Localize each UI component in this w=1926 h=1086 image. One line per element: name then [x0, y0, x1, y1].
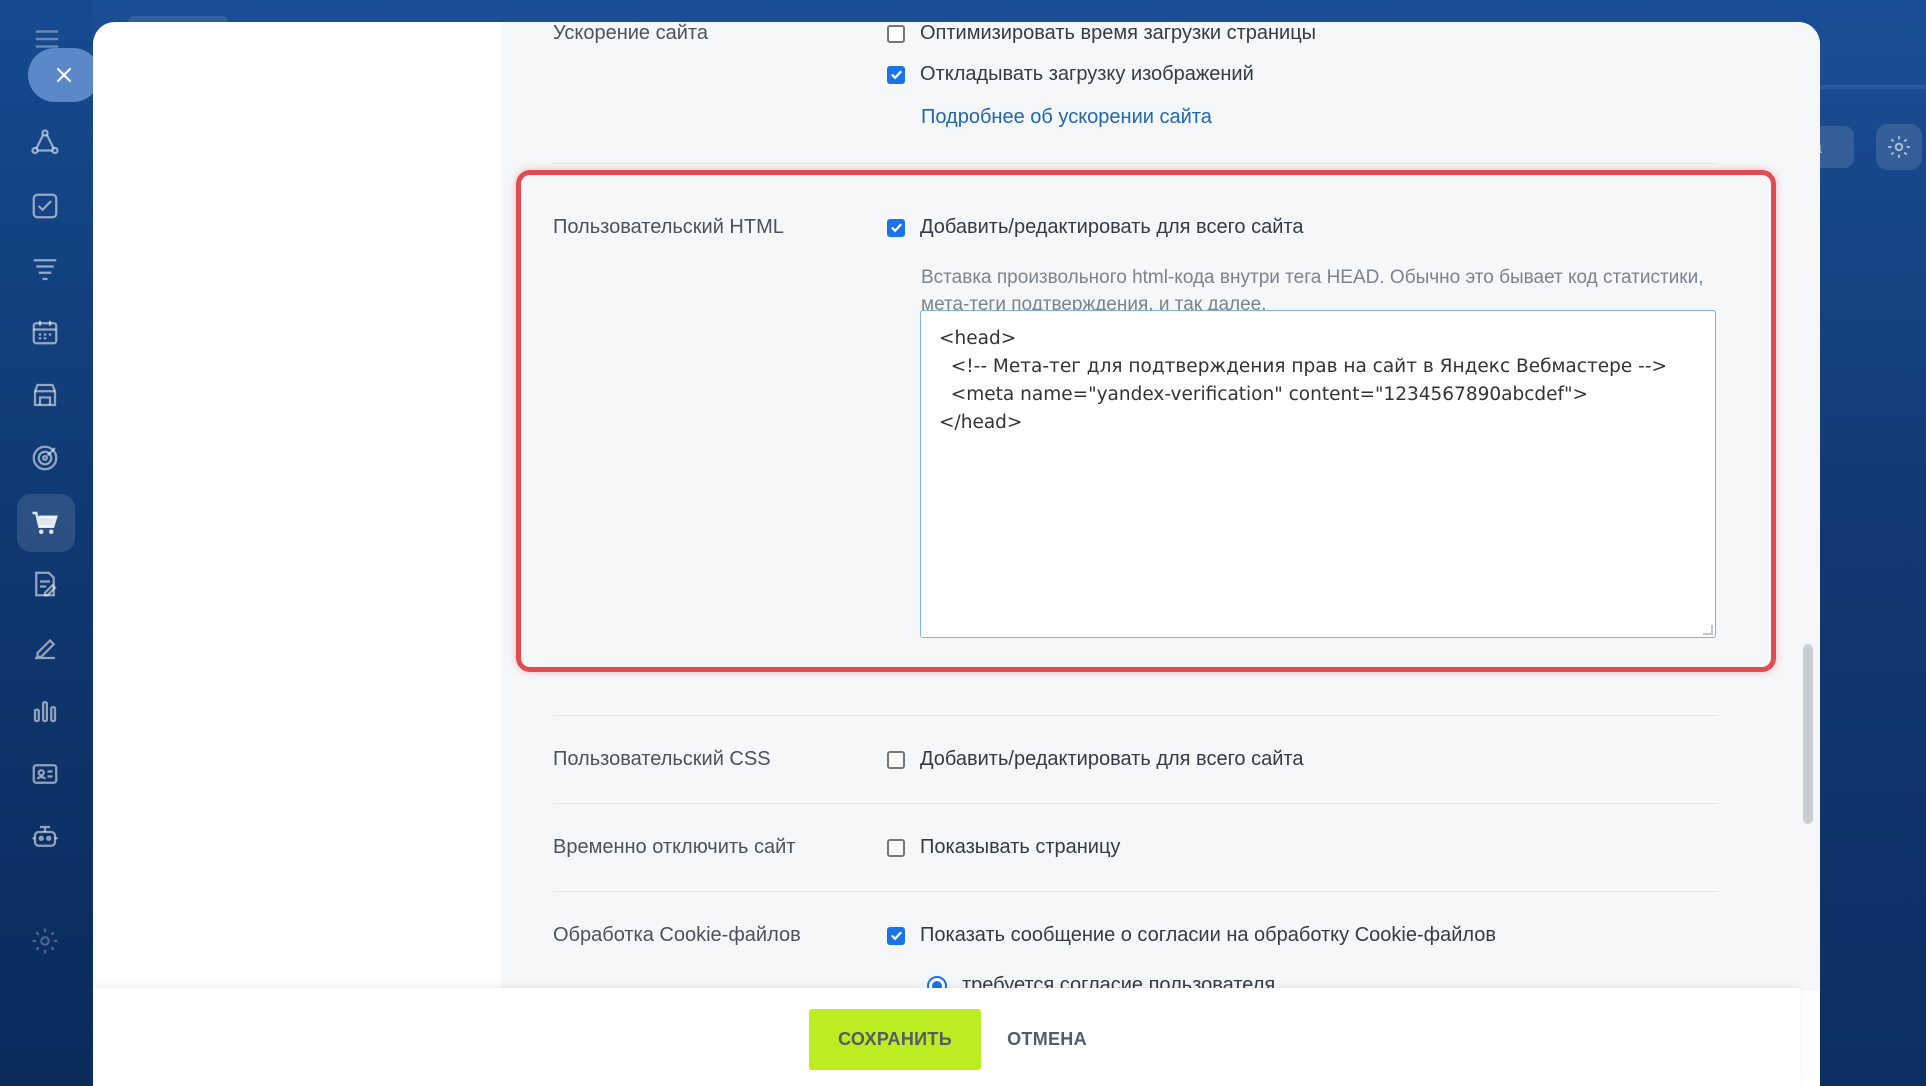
checkbox-lazy-images[interactable]: [887, 65, 905, 84]
row-disable-site: Временно отключить сайт Показывать стран…: [553, 804, 1718, 892]
document-sign-icon[interactable]: [28, 567, 62, 601]
speed-more-link[interactable]: Подробнее об ускорении сайта: [921, 106, 1212, 129]
row-custom-css: Пользовательский CSS Добавить/редактиров…: [553, 716, 1718, 804]
option-lazy-images[interactable]: Откладывать загрузку изображений: [887, 63, 1254, 86]
panel-scrollbar[interactable]: [1803, 644, 1813, 824]
option-show-page[interactable]: Показывать страницу: [887, 836, 1120, 859]
target-icon[interactable]: [28, 441, 62, 475]
crm-icon[interactable]: [28, 126, 62, 160]
checkbox-show-page[interactable]: [887, 838, 905, 857]
checkbox-optimize-load[interactable]: [887, 24, 905, 43]
custom-html-code-editor[interactable]: <head> <!-- Мета-тег для подтверждения п…: [920, 310, 1716, 638]
funnel-icon[interactable]: [28, 252, 62, 286]
row-label-site-speed: Ускорение сайта: [553, 22, 708, 44]
checkbox-custom-css[interactable]: [887, 750, 905, 769]
option-custom-html[interactable]: Добавить/редактировать для всего сайта: [887, 216, 1303, 239]
option-custom-html-label: Добавить/редактировать для всего сайта: [920, 216, 1304, 238]
row-label-custom-html: Пользовательский HTML: [553, 216, 784, 238]
settings-icon[interactable]: [28, 924, 62, 958]
checkbox-cookie-consent[interactable]: [887, 926, 905, 945]
panel-footer: СОХРАНИТЬ ОТМЕНА: [93, 988, 1800, 1086]
textarea-resize-grip[interactable]: [1703, 625, 1713, 635]
checkbox-custom-html[interactable]: [887, 218, 905, 237]
tasks-icon[interactable]: [28, 189, 62, 223]
contact-card-icon[interactable]: [28, 757, 62, 791]
cart-icon[interactable]: [28, 506, 62, 540]
row-label-cookies: Обработка Cookie-файлов: [553, 924, 801, 946]
app-sidebar: [0, 0, 92, 1086]
row-site-speed: Ускорение сайта Оптимизировать время заг…: [553, 22, 1718, 164]
edit-icon[interactable]: [28, 631, 62, 665]
close-icon: [56, 67, 72, 83]
option-cookie-consent-label: Показать сообщение о согласии на обработ…: [920, 924, 1497, 946]
settings-panel: Ускорение сайта Оптимизировать время заг…: [93, 22, 1820, 1086]
row-cookies: Обработка Cookie-файлов Показать сообщен…: [553, 892, 1718, 996]
cancel-button[interactable]: ОТМЕНА: [997, 1009, 1097, 1070]
background-gear-icon[interactable]: [1876, 124, 1922, 170]
option-optimize-load[interactable]: Оптимизировать время загрузки страницы: [887, 22, 1316, 45]
row-label-custom-css: Пользовательский CSS: [553, 748, 771, 770]
checkmark-icon: [890, 70, 902, 80]
analytics-icon[interactable]: [28, 694, 62, 728]
store-icon[interactable]: [28, 378, 62, 412]
row-label-disable-site: Временно отключить сайт: [553, 836, 796, 858]
close-slider-button[interactable]: [28, 48, 100, 102]
checkmark-icon: [890, 931, 902, 941]
option-custom-css[interactable]: Добавить/редактировать для всего сайта: [887, 748, 1303, 771]
robot-icon[interactable]: [28, 820, 62, 854]
option-optimize-load-label: Оптимизировать время загрузки страницы: [920, 22, 1317, 44]
calendar-icon[interactable]: [28, 315, 62, 349]
checkmark-icon: [890, 223, 902, 233]
option-cookie-consent[interactable]: Показать сообщение о согласии на обработ…: [887, 924, 1496, 947]
option-show-page-label: Показывать страницу: [920, 836, 1121, 858]
save-button[interactable]: СОХРАНИТЬ: [809, 1009, 981, 1070]
option-lazy-images-label: Откладывать загрузку изображений: [920, 63, 1254, 85]
option-custom-css-label: Добавить/редактировать для всего сайта: [920, 748, 1304, 770]
